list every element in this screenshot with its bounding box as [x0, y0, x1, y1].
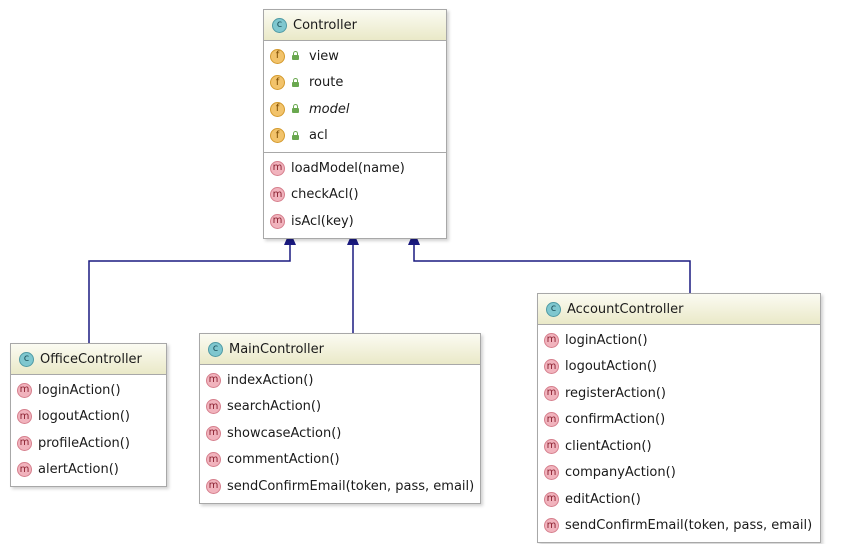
- class-name: MainController: [229, 341, 324, 357]
- field-name: model: [309, 101, 350, 117]
- method-name: registerAction(): [565, 385, 666, 401]
- account-controller-class[interactable]: c AccountController m loginAction() m lo…: [537, 293, 821, 543]
- field-route[interactable]: f route: [264, 70, 446, 97]
- method-icon: m: [544, 332, 559, 348]
- method-name: isAcl(key): [291, 213, 354, 229]
- method-name: clientAction(): [565, 438, 652, 454]
- method-name: companyAction(): [565, 465, 676, 481]
- method-icon: m: [544, 438, 559, 454]
- method-icon: m: [270, 187, 285, 203]
- method-row[interactable]: m loginAction(): [538, 327, 820, 354]
- methods-section: m loginAction() m logoutAction() m profi…: [11, 375, 166, 486]
- method-icon: m: [544, 491, 559, 507]
- method-icon: m: [17, 462, 32, 478]
- class-name: OfficeController: [40, 351, 142, 367]
- method-name: indexAction(): [227, 372, 314, 388]
- method-checkacl[interactable]: m checkAcl(): [264, 182, 446, 209]
- class-header: c AccountController: [538, 294, 820, 325]
- method-row[interactable]: m commentAction(): [200, 447, 480, 474]
- lock-icon: [291, 51, 301, 61]
- method-icon: m: [544, 385, 559, 401]
- class-icon: c: [546, 301, 561, 317]
- method-row[interactable]: m registerAction(): [538, 380, 820, 407]
- class-icon: c: [19, 351, 34, 367]
- class-icon: c: [208, 341, 223, 357]
- method-icon: m: [17, 435, 32, 451]
- field-name: acl: [309, 128, 328, 144]
- method-name: commentAction(): [227, 452, 340, 468]
- field-icon: f: [270, 101, 285, 117]
- methods-section: m loadModel(name) m checkAcl() m isAcl(k…: [264, 152, 446, 238]
- class-header: c Controller: [264, 10, 446, 41]
- field-icon: f: [270, 48, 285, 64]
- field-icon: f: [270, 75, 285, 91]
- method-name: confirmAction(): [565, 412, 666, 428]
- class-name: AccountController: [567, 301, 684, 317]
- method-name: logoutAction(): [565, 359, 657, 375]
- class-icon: c: [272, 17, 287, 33]
- method-name: alertAction(): [38, 462, 119, 478]
- field-name: route: [309, 75, 344, 91]
- methods-section: m indexAction() m searchAction() m showc…: [200, 365, 480, 503]
- method-icon: m: [206, 372, 221, 388]
- method-row[interactable]: m profileAction(): [11, 430, 166, 457]
- class-header: c MainController: [200, 334, 480, 365]
- lock-icon: [291, 104, 301, 114]
- method-name: showcaseAction(): [227, 425, 342, 441]
- account-to-controller-line: [413, 244, 691, 293]
- method-icon: m: [206, 425, 221, 441]
- method-row[interactable]: m sendConfirmEmail(token, pass, email): [200, 473, 480, 500]
- method-isacl[interactable]: m isAcl(key): [264, 208, 446, 235]
- method-name: sendConfirmEmail(token, pass, email): [565, 518, 813, 534]
- method-row[interactable]: m loginAction(): [11, 377, 166, 404]
- method-name: logoutAction(): [38, 409, 130, 425]
- method-icon: m: [206, 478, 221, 494]
- method-icon: m: [544, 359, 559, 375]
- field-icon: f: [270, 128, 285, 144]
- method-row[interactable]: m alertAction(): [11, 457, 166, 484]
- method-icon: m: [544, 518, 559, 534]
- method-row[interactable]: m showcaseAction(): [200, 420, 480, 447]
- fields-section: f view f route f model f acl: [264, 41, 446, 152]
- method-row[interactable]: m logoutAction(): [11, 404, 166, 431]
- field-model[interactable]: f model: [264, 96, 446, 123]
- method-row[interactable]: m companyAction(): [538, 460, 820, 487]
- method-icon: m: [270, 160, 285, 176]
- method-row[interactable]: m confirmAction(): [538, 407, 820, 434]
- lock-icon: [291, 130, 301, 141]
- method-row[interactable]: m logoutAction(): [538, 354, 820, 381]
- method-row[interactable]: m searchAction(): [200, 394, 480, 421]
- field-name: view: [309, 48, 339, 64]
- main-controller-class[interactable]: c MainController m indexAction() m searc…: [199, 333, 481, 504]
- class-name: Controller: [293, 17, 357, 33]
- method-row[interactable]: m editAction(): [538, 486, 820, 513]
- method-name: searchAction(): [227, 399, 322, 415]
- field-view[interactable]: f view: [264, 43, 446, 70]
- method-name: loadModel(name): [291, 160, 405, 176]
- controller-class[interactable]: c Controller f view f route f model f ac…: [263, 9, 447, 239]
- method-icon: m: [270, 213, 285, 229]
- office-to-controller-line: [88, 244, 291, 343]
- method-row[interactable]: m clientAction(): [538, 433, 820, 460]
- method-name: profileAction(): [38, 435, 130, 451]
- method-icon: m: [544, 412, 559, 428]
- office-controller-class[interactable]: c OfficeController m loginAction() m log…: [10, 343, 167, 487]
- method-row[interactable]: m sendConfirmEmail(token, pass, email): [538, 513, 820, 540]
- method-name: editAction(): [565, 491, 641, 507]
- method-name: loginAction(): [38, 382, 121, 398]
- field-acl[interactable]: f acl: [264, 123, 446, 150]
- method-row[interactable]: m indexAction(): [200, 367, 480, 394]
- method-name: loginAction(): [565, 332, 648, 348]
- method-name: sendConfirmEmail(token, pass, email): [227, 478, 475, 494]
- method-name: checkAcl(): [291, 187, 359, 203]
- method-icon: m: [206, 452, 221, 468]
- lock-icon: [291, 77, 301, 88]
- method-icon: m: [17, 382, 32, 398]
- method-icon: m: [17, 409, 32, 425]
- class-header: c OfficeController: [11, 344, 166, 375]
- method-icon: m: [544, 465, 559, 481]
- methods-section: m loginAction() m logoutAction() m regis…: [538, 325, 820, 542]
- method-loadmodel[interactable]: m loadModel(name): [264, 155, 446, 182]
- method-icon: m: [206, 399, 221, 415]
